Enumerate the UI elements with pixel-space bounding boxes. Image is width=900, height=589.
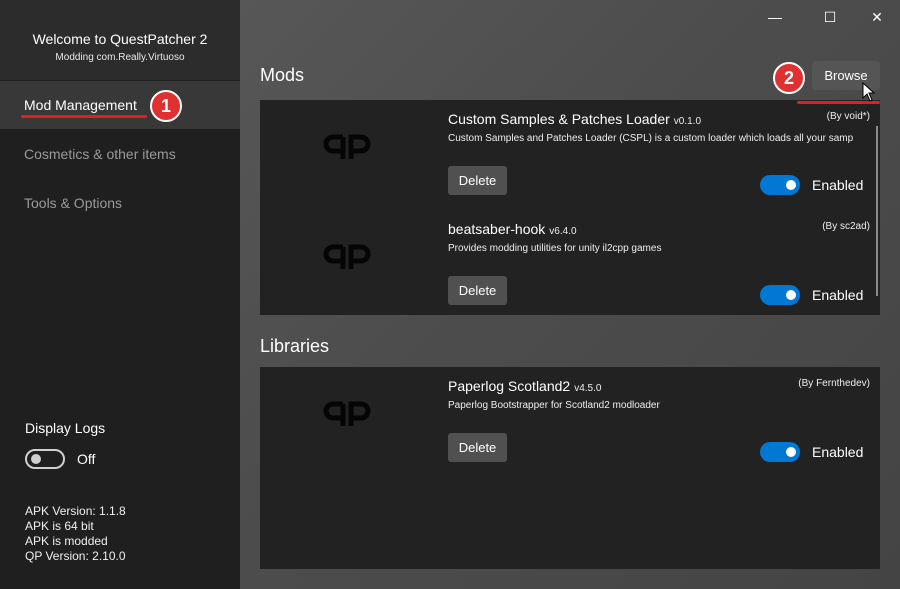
mod-item-cspl: Custom Samples & Patches Loader v0.1.0 (B… [260, 100, 880, 210]
delete-button[interactable]: Delete [448, 166, 507, 195]
annotation-underline-1 [21, 115, 147, 118]
mod-name-text: beatsaber-hook [448, 221, 546, 237]
toggle-knob [31, 454, 41, 464]
sidebar-item-tools-options[interactable]: Tools & Options [0, 179, 240, 227]
apk-modded-text: APK is modded [25, 534, 108, 548]
mod-name-text: Custom Samples & Patches Loader [448, 111, 670, 127]
mods-section-title: Mods [260, 65, 305, 85]
mods-scrollbar[interactable] [876, 126, 878, 296]
apk-bitness-text: APK is 64 bit [25, 519, 94, 533]
mods-list: Custom Samples & Patches Loader v0.1.0 (B… [260, 100, 880, 315]
sidebar: Welcome to QuestPatcher 2 Modding com.Re… [0, 0, 240, 589]
mod-description: Provides modding utilities for unity il2… [448, 243, 662, 254]
maximize-button[interactable]: ☐ [815, 6, 845, 28]
libraries-list: Paperlog Scotland2 v4.5.0 (By Fernthedev)… [260, 367, 880, 569]
library-item-paperlog: Paperlog Scotland2 v4.5.0 (By Fernthedev)… [260, 367, 880, 477]
delete-button[interactable]: Delete [448, 433, 507, 462]
sidebar-header: Welcome to QuestPatcher 2 Modding com.Re… [0, 0, 240, 80]
mod-version: v4.5.0 [574, 383, 602, 394]
apk-version-text: APK Version: 1.1.8 [25, 504, 126, 518]
display-logs-label: Display Logs [25, 420, 106, 436]
delete-button[interactable]: Delete [448, 276, 507, 305]
mod-name: Custom Samples & Patches Loader v0.1.0 [448, 111, 701, 127]
mod-author: (By sc2ad) [822, 221, 870, 232]
mod-author: (By void*) [826, 111, 870, 122]
mod-version: v0.1.0 [673, 116, 702, 127]
close-button[interactable]: ✕ [862, 6, 892, 28]
mouse-cursor-icon [862, 82, 876, 102]
mod-description: Custom Samples and Patches Loader (CSPL)… [448, 133, 854, 144]
mod-enabled-toggle[interactable] [760, 175, 800, 195]
toggle-knob [786, 447, 796, 457]
qp-logo-icon [323, 134, 371, 159]
libraries-section-title: Libraries [260, 336, 330, 356]
mod-version: v6.4.0 [549, 226, 577, 237]
annotation-badge-2: 2 [773, 62, 805, 94]
mod-enabled-label: Enabled [812, 444, 864, 460]
app-title: Welcome to QuestPatcher 2 [32, 31, 208, 47]
mod-enabled-label: Enabled [812, 287, 864, 303]
annotation-badge-1: 1 [150, 90, 182, 122]
minimize-button[interactable]: — [760, 6, 790, 28]
qp-version-text: QP Version: 2.10.0 [25, 549, 126, 563]
mod-enabled-toggle[interactable] [760, 442, 800, 462]
mod-description: Paperlog Bootstrapper for Scotland2 modl… [448, 400, 660, 411]
toggle-knob [786, 180, 796, 190]
toggle-knob [786, 290, 796, 300]
sidebar-item-mod-management[interactable]: Mod Management [0, 81, 240, 129]
mod-enabled-label: Enabled [812, 177, 864, 193]
mod-item-beatsaber-hook: beatsaber-hook v6.4.0 (By sc2ad) Provides… [260, 210, 880, 320]
qp-logo-icon [323, 244, 371, 269]
app-subtitle: Modding com.Really.Virtuoso [55, 52, 185, 63]
qp-logo-icon [323, 401, 371, 426]
mod-name-text: Paperlog Scotland2 [448, 378, 571, 394]
mod-name: beatsaber-hook v6.4.0 [448, 221, 577, 237]
display-logs-toggle[interactable] [25, 449, 65, 469]
sidebar-item-cosmetics[interactable]: Cosmetics & other items [0, 130, 240, 178]
mod-name: Paperlog Scotland2 v4.5.0 [448, 378, 601, 394]
display-logs-state: Off [77, 451, 96, 467]
mod-enabled-toggle[interactable] [760, 285, 800, 305]
mod-author: (By Fernthedev) [798, 378, 870, 389]
